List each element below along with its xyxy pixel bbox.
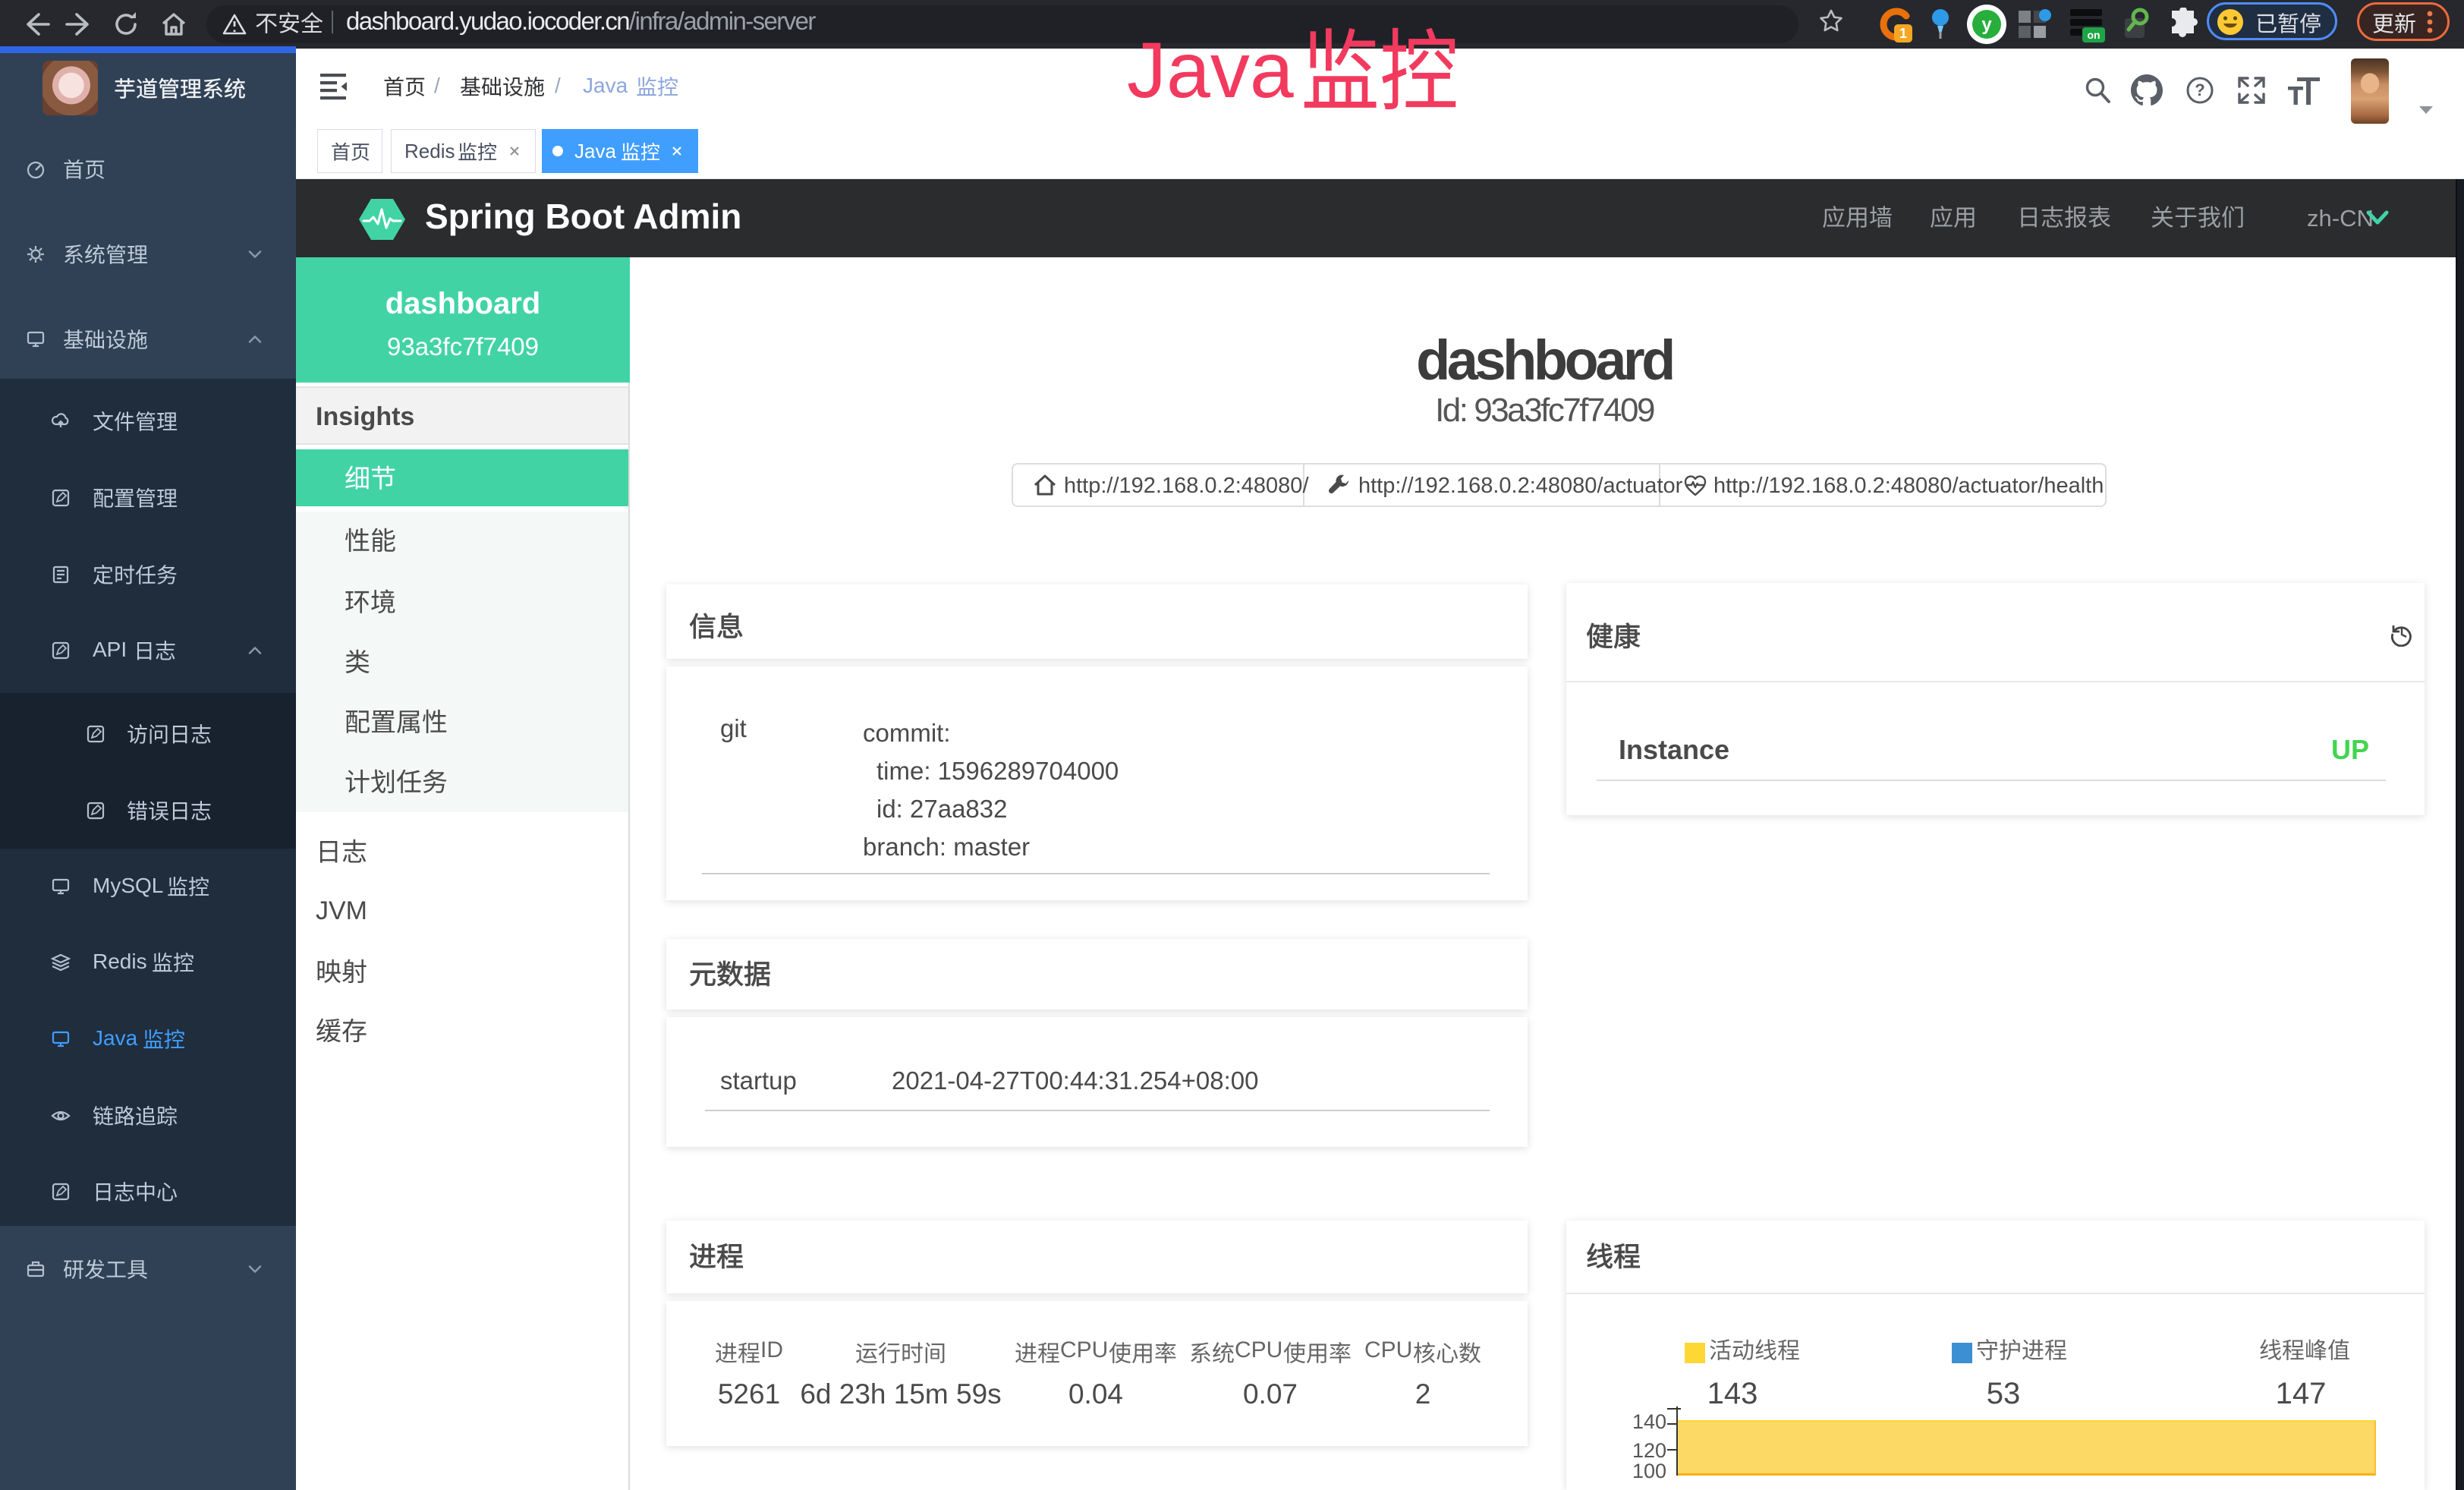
svg-text:1: 1 [1899,26,1907,41]
svg-text:?: ? [2195,80,2204,99]
svg-text:y: y [1981,14,1992,35]
svg-text:on: on [2087,29,2100,41]
